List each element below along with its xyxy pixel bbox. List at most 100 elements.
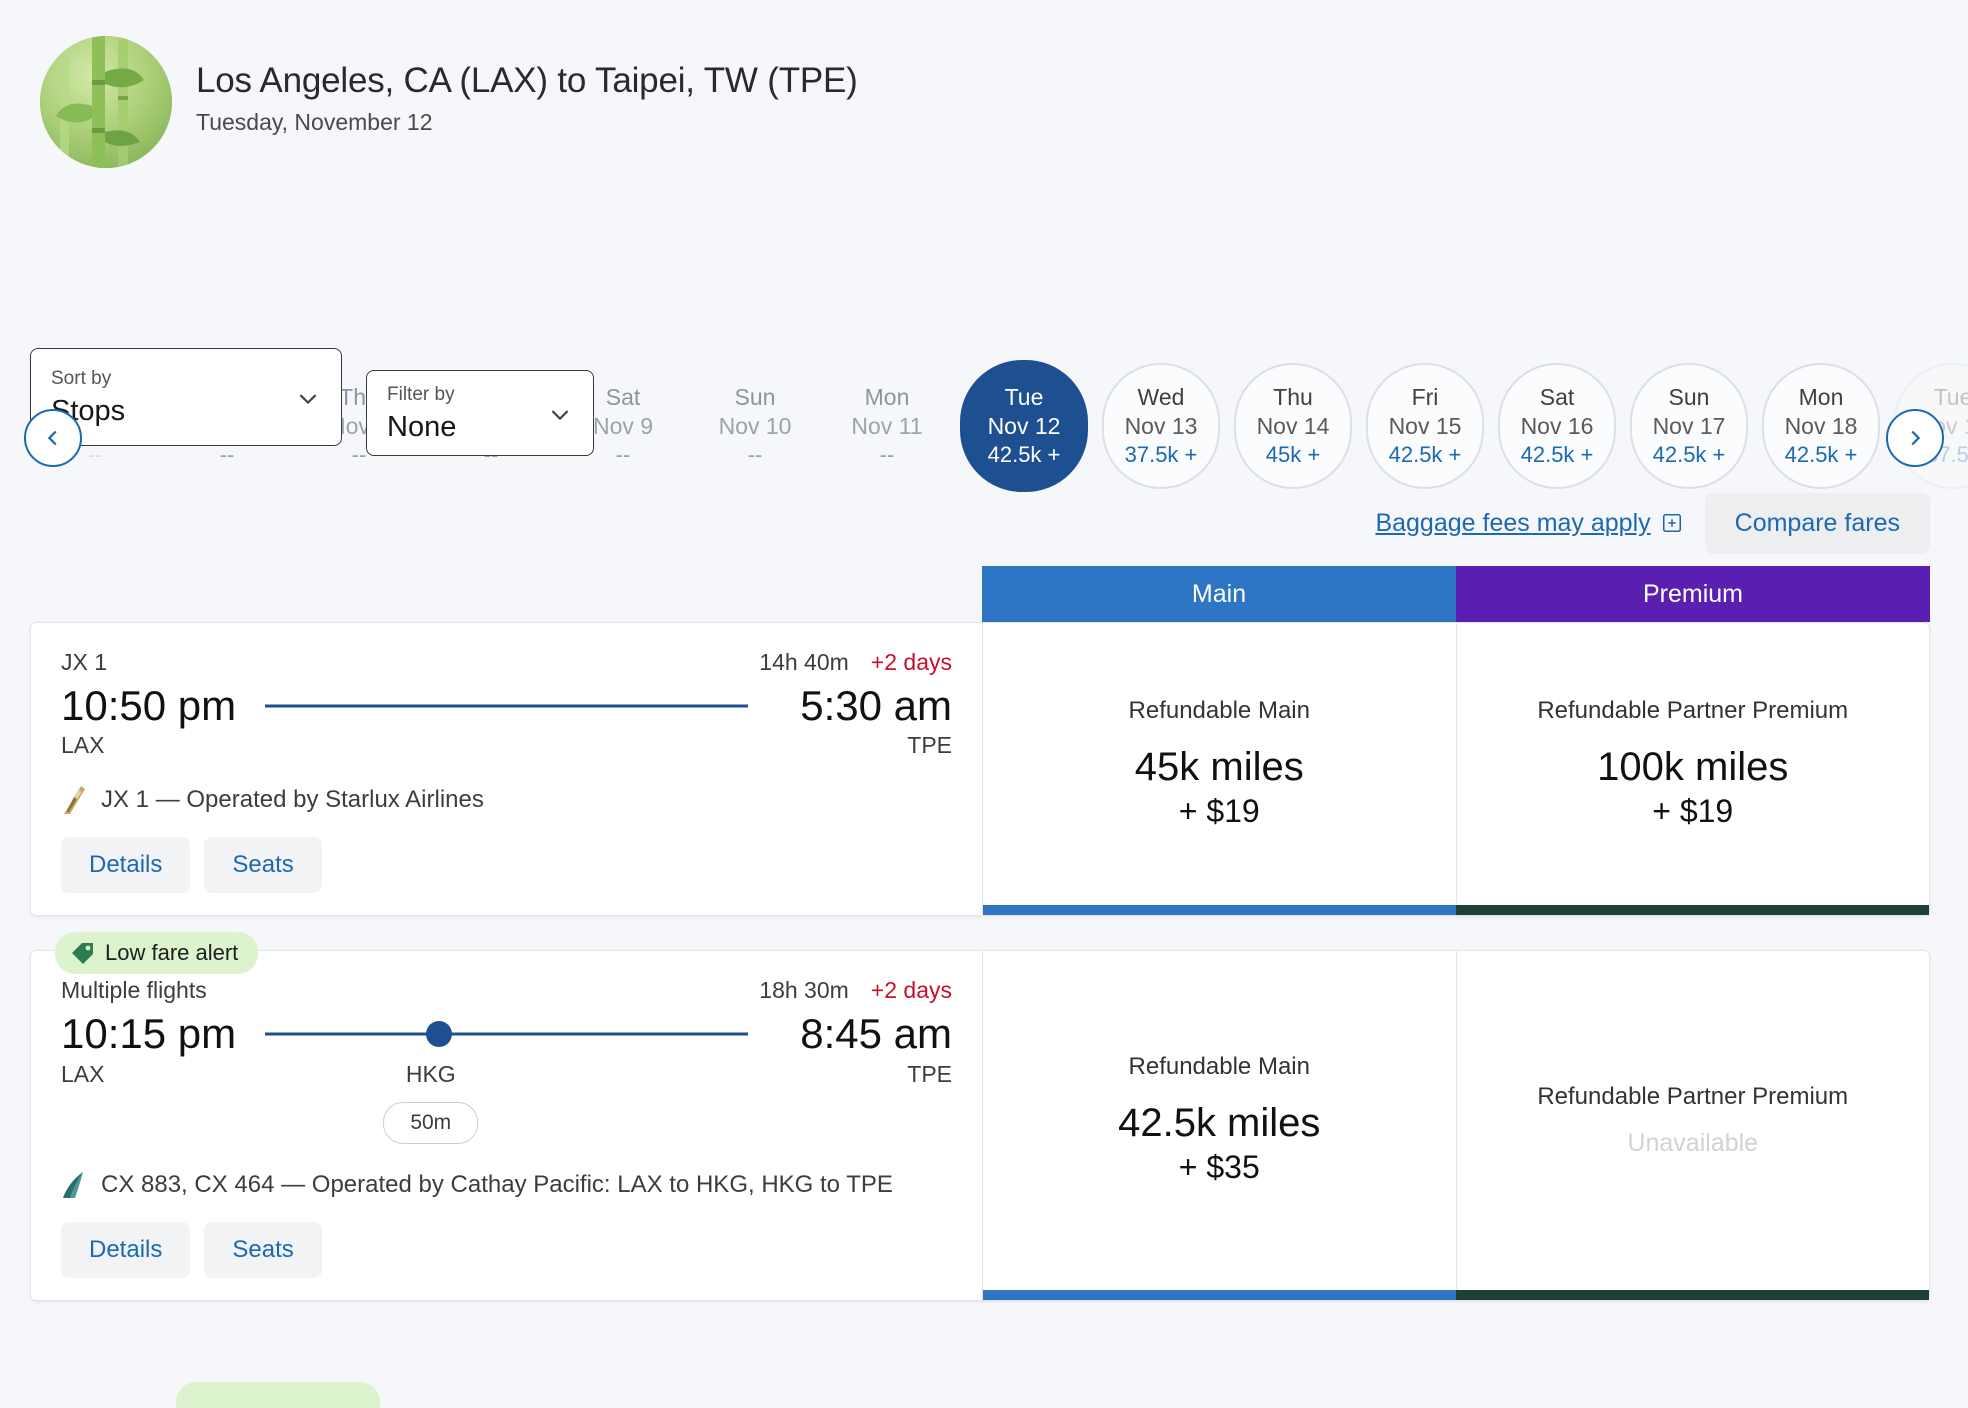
prev-dates-button[interactable]: [24, 409, 82, 467]
itinerary-panel: Multiple flights18h 30m+2 days 10:15 pm 8:…: [31, 951, 983, 1299]
seats-button[interactable]: Seats: [204, 837, 321, 893]
origin-airport: LAX: [61, 732, 104, 759]
accent-main: [983, 1290, 1456, 1300]
time-row: 10:15 pm 8:45 am: [61, 1010, 952, 1058]
operator-row: CX 883, CX 464 — Operated by Cathay Paci…: [61, 1170, 952, 1200]
date-chip-dom: Nov 9: [593, 415, 653, 438]
departure-time: 10:50 pm: [61, 682, 247, 730]
date-chip-nov-13[interactable]: WedNov 1337.5k +: [1102, 363, 1220, 489]
fare-miles: 42.5k miles: [1118, 1099, 1320, 1147]
filter-by-value: None: [387, 413, 573, 442]
date-chip-dow: Tue: [1934, 386, 1968, 409]
operator-row: JX 1 — Operated by Starlux Airlines: [61, 785, 952, 815]
date-chip-dow: Fri: [1412, 386, 1439, 409]
layover-duration-pill: 50m: [383, 1102, 478, 1144]
date-chip-price: 37.5k +: [1125, 444, 1198, 466]
fare-option[interactable]: Refundable Main 45k miles+ $19: [983, 623, 1456, 905]
date-chip-nov-11[interactable]: MonNov 11--: [828, 363, 946, 489]
card-actions: DetailsSeats: [61, 1222, 952, 1278]
date-chip-nov-12[interactable]: TueNov 1242.5k +: [960, 360, 1088, 492]
date-chip-price: 42.5k +: [1785, 444, 1858, 466]
date-chip-price: 42.5k +: [1653, 444, 1726, 466]
date-chip-dow: Sat: [606, 386, 641, 409]
details-button[interactable]: Details: [61, 837, 190, 893]
route-line: [265, 683, 748, 729]
fare-price: 100k miles+ $19: [1597, 743, 1788, 831]
date-chip-nov-15[interactable]: FriNov 1542.5k +: [1366, 363, 1484, 489]
low-fare-alert-badge: Low fare alert: [55, 932, 258, 974]
date-chip-dow: Sun: [735, 386, 776, 409]
flight-number-label: Multiple flights: [61, 977, 207, 1004]
layover-stop-dot: [426, 1021, 452, 1047]
date-chip-dow: Mon: [1799, 386, 1844, 409]
fare-miles: 100k miles: [1597, 743, 1788, 791]
seats-button[interactable]: Seats: [204, 1222, 321, 1278]
flight-card: Low fare alertMultiple flights18h 30m+2 …: [30, 950, 1930, 1300]
page-subtitle-date: Tuesday, November 12: [196, 109, 858, 136]
date-chip-dow: Wed: [1138, 386, 1185, 409]
fare-cash: + $19: [1135, 791, 1304, 831]
accent-premium: [1456, 1290, 1929, 1300]
date-chip-nov-10[interactable]: SunNov 10--: [696, 363, 814, 489]
date-chip-nov-18[interactable]: Mon Nov 18 42.5k +: [1762, 363, 1880, 489]
date-chip-dom: Nov 18: [1785, 415, 1858, 438]
fare-option[interactable]: Refundable Main 42.5k miles+ $35: [983, 951, 1456, 1289]
filter-by-select[interactable]: Filter by None: [366, 370, 594, 456]
date-chip-dom: Nov 12: [988, 415, 1061, 438]
date-chip-price: 42.5k +: [1389, 444, 1462, 466]
departure-time: 10:15 pm: [61, 1010, 247, 1058]
chevron-down-icon: [547, 401, 573, 427]
flight-duration: 14h 40m: [759, 649, 849, 676]
layover-airport: HKG: [61, 1061, 952, 1088]
accent-premium: [1456, 905, 1929, 915]
date-chip-nov-16[interactable]: Sat Nov 16 42.5k +: [1498, 363, 1616, 489]
layover-pill-row: 50m: [61, 1102, 952, 1144]
page-header: Los Angeles, CA (LAX) to Taipei, TW (TPE…: [0, 0, 1968, 180]
fare-unavailable-label: Unavailable: [1627, 1129, 1758, 1158]
date-chip-nov-14[interactable]: ThuNov 1445k +: [1234, 363, 1352, 489]
fares-panel: Refundable Main45k miles+ $19Refundable …: [983, 623, 1929, 915]
sort-by-label: Sort by: [51, 368, 321, 390]
airport-row: LAXHKGTPE: [61, 1061, 952, 1088]
fare-tab-premium[interactable]: Premium: [1456, 566, 1930, 622]
next-dates-button[interactable]: [1886, 409, 1944, 467]
baggage-fees-label: Baggage fees may apply: [1375, 509, 1650, 538]
fare-accent-bar: [983, 1290, 1929, 1300]
action-row: Baggage fees may apply Compare fares: [0, 492, 1968, 554]
fares-panel: Refundable Main42.5k miles+ $35Refundabl…: [983, 951, 1929, 1299]
date-chip-dow: Sat: [1540, 386, 1575, 409]
external-window-icon: [1661, 512, 1683, 534]
day-offset: +2 days: [871, 977, 952, 1004]
fare-name: Refundable Main: [1129, 1053, 1310, 1081]
fare-name: Refundable Main: [1129, 697, 1310, 725]
details-button[interactable]: Details: [61, 1222, 190, 1278]
baggage-fees-link[interactable]: Baggage fees may apply: [1375, 509, 1682, 538]
fare-price: 45k miles+ $19: [1135, 743, 1304, 831]
flight-results-list: JX 114h 40m+2 days10:50 pm5:30 amLAXTPEJ…: [0, 622, 1968, 1301]
duration-block: 14h 40m+2 days: [759, 649, 952, 676]
date-chip-price: --: [748, 444, 763, 466]
itinerary-topline: Multiple flights18h 30m+2 days: [61, 977, 952, 1004]
date-chip-dom: Nov 16: [1521, 415, 1594, 438]
fare-option[interactable]: Refundable Partner Premium100k miles+ $1…: [1456, 623, 1930, 905]
fare-cash: + $19: [1597, 791, 1788, 831]
date-chip-price: --: [616, 444, 631, 466]
chevron-left-icon: [42, 427, 64, 449]
route-line-bar: [265, 705, 748, 708]
filter-by-label: Filter by: [387, 384, 573, 406]
fare-name: Refundable Partner Premium: [1537, 1083, 1848, 1111]
chevron-down-icon: [295, 385, 321, 411]
destination-airport: TPE: [907, 732, 952, 759]
fare-price: 42.5k miles+ $35: [1118, 1099, 1320, 1187]
date-chip-dow: Thu: [1273, 386, 1313, 409]
compare-fares-button[interactable]: Compare fares: [1705, 493, 1930, 554]
date-chip-nov-17[interactable]: SunNov 1742.5k +: [1630, 363, 1748, 489]
arrival-time: 8:45 am: [766, 1010, 952, 1058]
header-text-block: Los Angeles, CA (LAX) to Taipei, TW (TPE…: [196, 62, 858, 143]
itinerary-topline: JX 114h 40m+2 days: [61, 649, 952, 676]
fare-tab-main[interactable]: Main: [982, 566, 1456, 622]
date-chip-price: 42.5k +: [1521, 444, 1594, 466]
card-actions: DetailsSeats: [61, 837, 952, 893]
date-chip-dom: Nov 11: [851, 415, 922, 438]
date-chip-dom: Nov 14: [1257, 415, 1330, 438]
